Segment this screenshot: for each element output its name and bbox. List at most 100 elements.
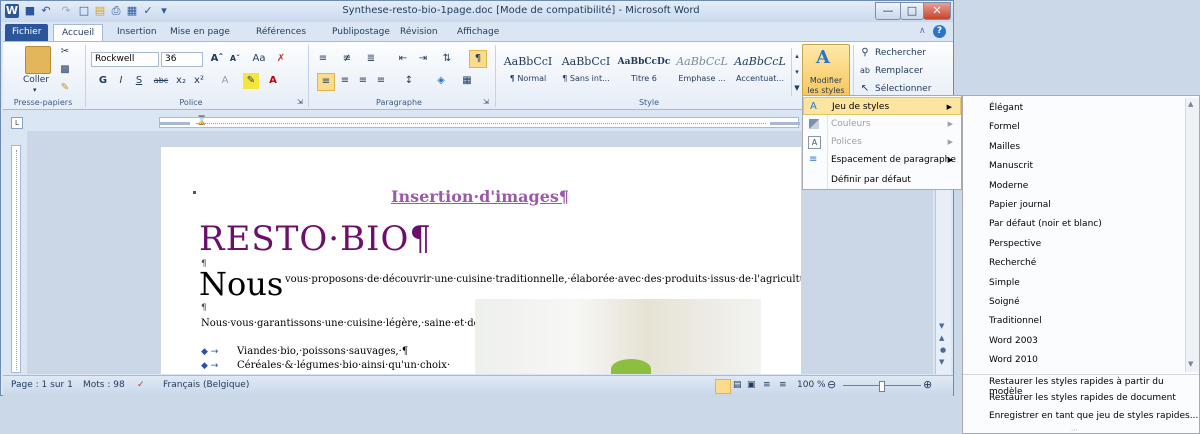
increase-indent-icon[interactable]: ⇥ [415,51,431,67]
italic-icon[interactable]: I [113,73,129,89]
shrink-font-icon[interactable]: Aˇ [227,51,243,67]
paragraph-dialog-launcher-icon[interactable]: ⇲ [483,98,489,106]
heading-link[interactable]: Insertion·d'images¶ [391,187,569,206]
clear-formatting-icon[interactable]: ✗ [273,51,289,67]
style-sans-interligne[interactable]: AaBbCcI ¶ Sans int... [557,50,615,94]
menu-item-espacement[interactable]: ≡ Espacement de paragraphe ▶ [803,151,961,169]
tab-revision[interactable]: Révision [394,24,444,41]
highlight-icon[interactable]: ✎ [243,73,259,89]
font-name-combo[interactable]: Rockwell [91,52,159,67]
customize-qat-icon[interactable]: ▾ [157,4,171,18]
superscript-icon[interactable]: x² [191,73,207,89]
style-set-word-2003[interactable]: Word 2003 [989,332,1038,351]
style-normal[interactable]: AaBbCcI ¶ Normal [499,50,557,94]
redo-icon[interactable]: ↷ [59,4,73,18]
strikethrough-icon[interactable]: abc [153,73,169,89]
style-emphase[interactable]: AaBbCcL Emphase ... [673,50,731,94]
align-left-icon[interactable]: ≡ [317,73,335,91]
word-count[interactable]: Mots : 98 [83,380,125,390]
bold-icon[interactable]: G [95,73,111,89]
proofing-icon[interactable]: ✓ [137,380,145,390]
page-count[interactable]: Page : 1 sur 1 [11,380,73,390]
grow-font-icon[interactable]: Aˆ [209,51,225,67]
bullets-icon[interactable]: ≡ [315,51,331,67]
tab-mise-en-page[interactable]: Mise en page [164,24,236,41]
paste-icon[interactable] [25,46,51,74]
zoom-in-icon[interactable]: ⊕ [923,378,932,391]
web-layout-view-icon[interactable]: ▣ [747,380,756,390]
font-color-icon[interactable]: A [265,73,281,89]
style-set-moderne[interactable]: Moderne [989,177,1028,196]
vertical-ruler[interactable] [11,145,21,373]
font-dialog-launcher-icon[interactable]: ⇲ [297,98,303,106]
change-case-icon[interactable]: Aa [251,51,267,67]
style-set-recherche[interactable]: Recherché [989,254,1036,273]
inserted-photo[interactable] [475,299,761,374]
change-styles-button[interactable]: A Modifier les styles [802,44,850,98]
style-set-par-defaut[interactable]: Par défaut (noir et blanc) [989,215,1102,234]
zoom-level[interactable]: 100 % [797,380,826,390]
style-set-word-2010[interactable]: Word 2010 [989,351,1038,370]
style-set-traditionnel[interactable]: Traditionnel [989,312,1042,331]
collapse-ribbon-icon[interactable]: ∧ [919,26,926,36]
multilevel-list-icon[interactable]: ≣ [363,51,379,67]
word-app-icon[interactable]: W [5,4,19,18]
undo-icon[interactable]: ↶ [39,4,53,18]
horizontal-ruler[interactable]: ⌛ [159,116,800,128]
style-gallery-scroll[interactable]: ▴ ▾ ▼ [791,48,802,96]
style-set-mailles[interactable]: Mailles [989,138,1020,157]
copy-icon[interactable]: ▩ [57,62,73,78]
save-style-set-action[interactable]: Enregistrer en tant que jeu de styles ra… [989,411,1198,421]
format-painter-icon[interactable]: ✎ [57,80,73,96]
next-page-icon[interactable]: ▼ [939,358,944,366]
find-button[interactable]: Rechercher [875,48,926,58]
outline-view-icon[interactable]: ≡ [763,380,771,390]
sort-icon[interactable]: ⇅ [439,51,455,67]
style-titre-6[interactable]: AaBbCcDc Titre 6 [615,50,673,94]
spelling-icon[interactable]: ✓ [141,4,155,18]
style-set-soigne[interactable]: Soigné [989,293,1020,312]
submenu-scrollbar[interactable]: ▲ ▼ [1185,98,1199,372]
restore-document-styles-action[interactable]: Restaurer les styles rapides de document [989,393,1176,403]
show-formatting-icon[interactable]: ¶ [469,50,487,68]
text-effects-icon[interactable]: A [217,73,233,89]
line-spacing-icon[interactable]: ↕ [401,73,417,89]
decrease-indent-icon[interactable]: ⇤ [395,51,411,67]
style-set-manuscrit[interactable]: Manuscrit [989,157,1033,176]
menu-item-definir-par-defaut[interactable]: Définir par défaut [803,171,961,189]
select-button[interactable]: Sélectionner [875,84,931,94]
browse-object-icon[interactable]: ● [940,346,946,354]
justify-icon[interactable]: ≡ [373,73,389,89]
cut-icon[interactable]: ✂ [57,44,73,60]
resize-grip-icon[interactable]: ⋯ [1071,426,1078,434]
print-preview-icon[interactable]: ▦ [125,4,139,18]
menu-item-jeu-de-styles[interactable]: A Jeu de styles ▶ [803,97,961,115]
shading-icon[interactable]: ◈ [433,73,449,89]
close-button[interactable]: ✕ [923,2,951,20]
tab-publipostage[interactable]: Publipostage [326,24,396,41]
open-folder-icon[interactable]: ▤ [93,4,107,18]
help-icon[interactable]: ? [933,25,946,38]
subscript-icon[interactable]: x₂ [173,73,189,89]
document-page[interactable]: Insertion·d'images¶ RESTO·BIO¶ ¶ Nous vo… [161,147,801,374]
style-set-perspective[interactable]: Perspective [989,235,1041,254]
style-set-formel[interactable]: Formel [989,118,1020,137]
tab-selector-icon[interactable]: L [11,117,23,129]
zoom-slider-thumb[interactable] [879,381,885,392]
style-set-elegant[interactable]: Élégant [989,99,1023,118]
style-accentuation[interactable]: AaBbCcL Accentuat... [731,50,789,94]
save-icon[interactable]: ■ [23,4,37,18]
tab-affichage[interactable]: Affichage [451,24,505,41]
style-set-simple[interactable]: Simple [989,274,1020,293]
borders-icon[interactable]: ▦ [459,73,475,89]
tab-insertion[interactable]: Insertion [111,24,163,41]
scroll-down-icon[interactable]: ▼ [1188,360,1193,368]
previous-page-icon[interactable]: ▲ [939,334,944,342]
underline-icon[interactable]: S [131,73,147,89]
print-icon[interactable]: ⎙ [109,4,123,18]
draft-view-icon[interactable]: ≡ [779,380,787,390]
print-layout-view-icon[interactable] [715,379,731,394]
font-size-combo[interactable]: 36 [161,52,203,67]
paste-dropdown-icon[interactable]: ▾ [33,86,37,94]
style-set-papier-journal[interactable]: Papier journal [989,196,1051,215]
